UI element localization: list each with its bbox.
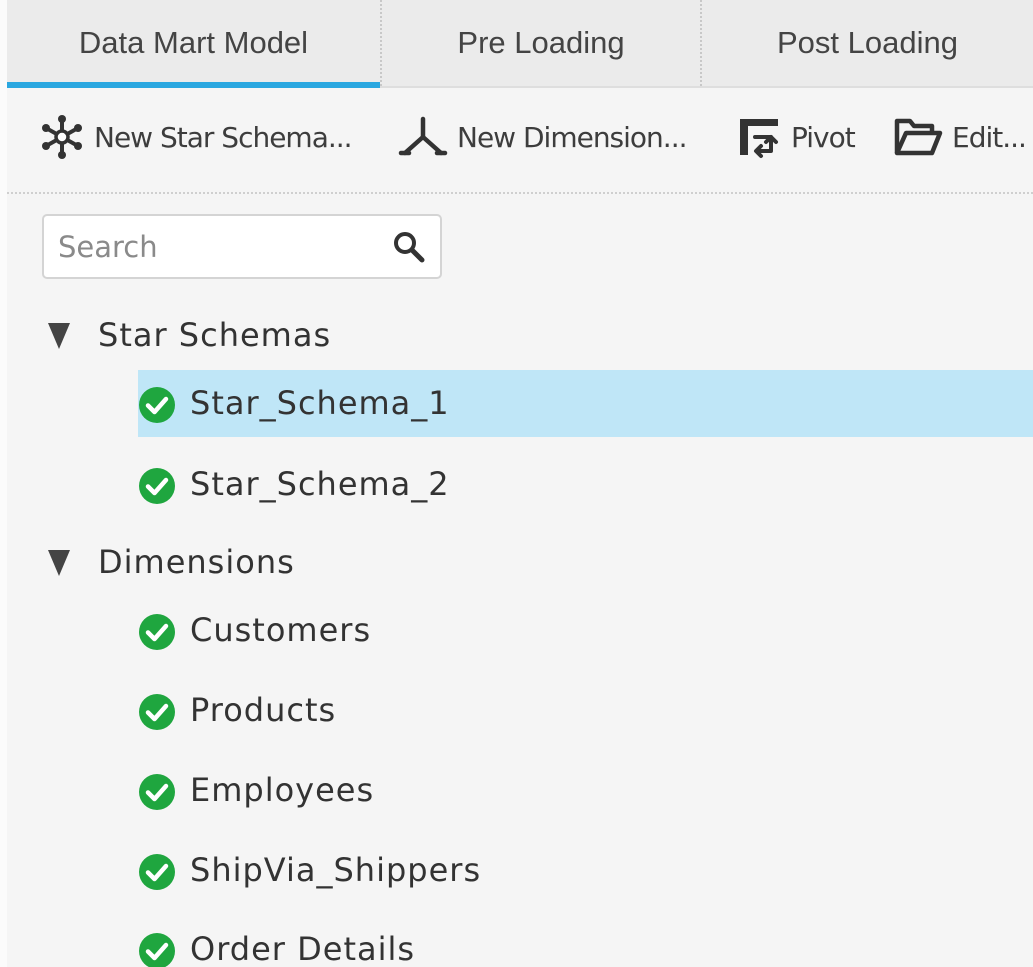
check-circle-icon bbox=[139, 854, 175, 890]
tree-item-label: Products bbox=[190, 691, 337, 729]
panel-edge bbox=[0, 0, 7, 967]
expand-triangle-icon[interactable] bbox=[45, 321, 73, 351]
tree-item-label: Star_Schema_1 bbox=[190, 384, 450, 422]
tab-data-mart-model[interactable]: Data Mart Model bbox=[7, 0, 380, 86]
tree-group-star-schemas: Star Schemas bbox=[7, 308, 1033, 368]
tab-bar: Data Mart Model Pre Loading Post Loading bbox=[7, 0, 1033, 88]
pivot-icon bbox=[740, 119, 778, 158]
search-input[interactable] bbox=[58, 226, 378, 268]
check-circle-icon bbox=[139, 468, 175, 504]
check-circle-icon bbox=[139, 614, 175, 650]
tree-item-label: Star_Schema_2 bbox=[190, 465, 450, 503]
tree-item-products[interactable]: Products bbox=[138, 677, 1033, 744]
expand-triangle-icon[interactable] bbox=[45, 548, 73, 578]
pivot-button[interactable]: Pivot bbox=[735, 112, 856, 162]
toolbar: New Star Schema... New Dimension... Pivo… bbox=[7, 88, 1033, 194]
pivot-label: Pivot bbox=[791, 120, 856, 154]
tree-item-label: Order Details bbox=[190, 930, 416, 967]
star-schema-icon bbox=[42, 115, 82, 159]
search-box bbox=[42, 214, 442, 279]
edit-button[interactable]: Edit... bbox=[892, 112, 1027, 162]
search-icon[interactable] bbox=[392, 230, 426, 264]
tree-item-customers[interactable]: Customers bbox=[138, 597, 1033, 664]
tab-post-loading[interactable]: Post Loading bbox=[700, 0, 1033, 86]
tab-label: Data Mart Model bbox=[78, 25, 309, 60]
data-mart-panel: Data Mart Model Pre Loading Post Loading bbox=[0, 0, 1033, 967]
new-star-schema-label: New Star Schema... bbox=[94, 120, 353, 154]
tab-label: Pre Loading bbox=[457, 25, 625, 60]
tree-item-employees[interactable]: Employees bbox=[138, 757, 1033, 824]
tree-item-shipvia-shippers[interactable]: ShipVia_Shippers bbox=[138, 837, 1033, 904]
check-circle-icon bbox=[139, 774, 175, 810]
check-circle-icon bbox=[139, 387, 175, 423]
new-dimension-button[interactable]: New Dimension... bbox=[397, 112, 688, 162]
tree-group-dimensions: Dimensions bbox=[7, 535, 1033, 595]
check-circle-icon bbox=[139, 694, 175, 730]
tree-group-label: Dimensions bbox=[98, 543, 295, 581]
tree-group-label: Star Schemas bbox=[98, 316, 332, 354]
tree-item-label: Customers bbox=[190, 611, 372, 649]
tab-label: Post Loading bbox=[777, 25, 958, 60]
tab-pre-loading[interactable]: Pre Loading bbox=[380, 0, 700, 86]
tree-item-star-schema-2[interactable]: Star_Schema_2 bbox=[138, 451, 1033, 518]
tree-item-label: ShipVia_Shippers bbox=[190, 851, 482, 889]
new-dimension-label: New Dimension... bbox=[457, 120, 688, 154]
dimension-icon bbox=[398, 116, 448, 156]
tree-item-label: Employees bbox=[190, 771, 375, 809]
folder-open-icon bbox=[894, 118, 943, 156]
tree-item-order-details[interactable]: Order Details bbox=[138, 916, 1033, 967]
new-star-schema-button[interactable]: New Star Schema... bbox=[38, 112, 353, 162]
check-circle-icon bbox=[139, 933, 175, 967]
tree-item-star-schema-1[interactable]: Star_Schema_1 bbox=[138, 370, 1033, 437]
edit-label: Edit... bbox=[952, 120, 1027, 154]
